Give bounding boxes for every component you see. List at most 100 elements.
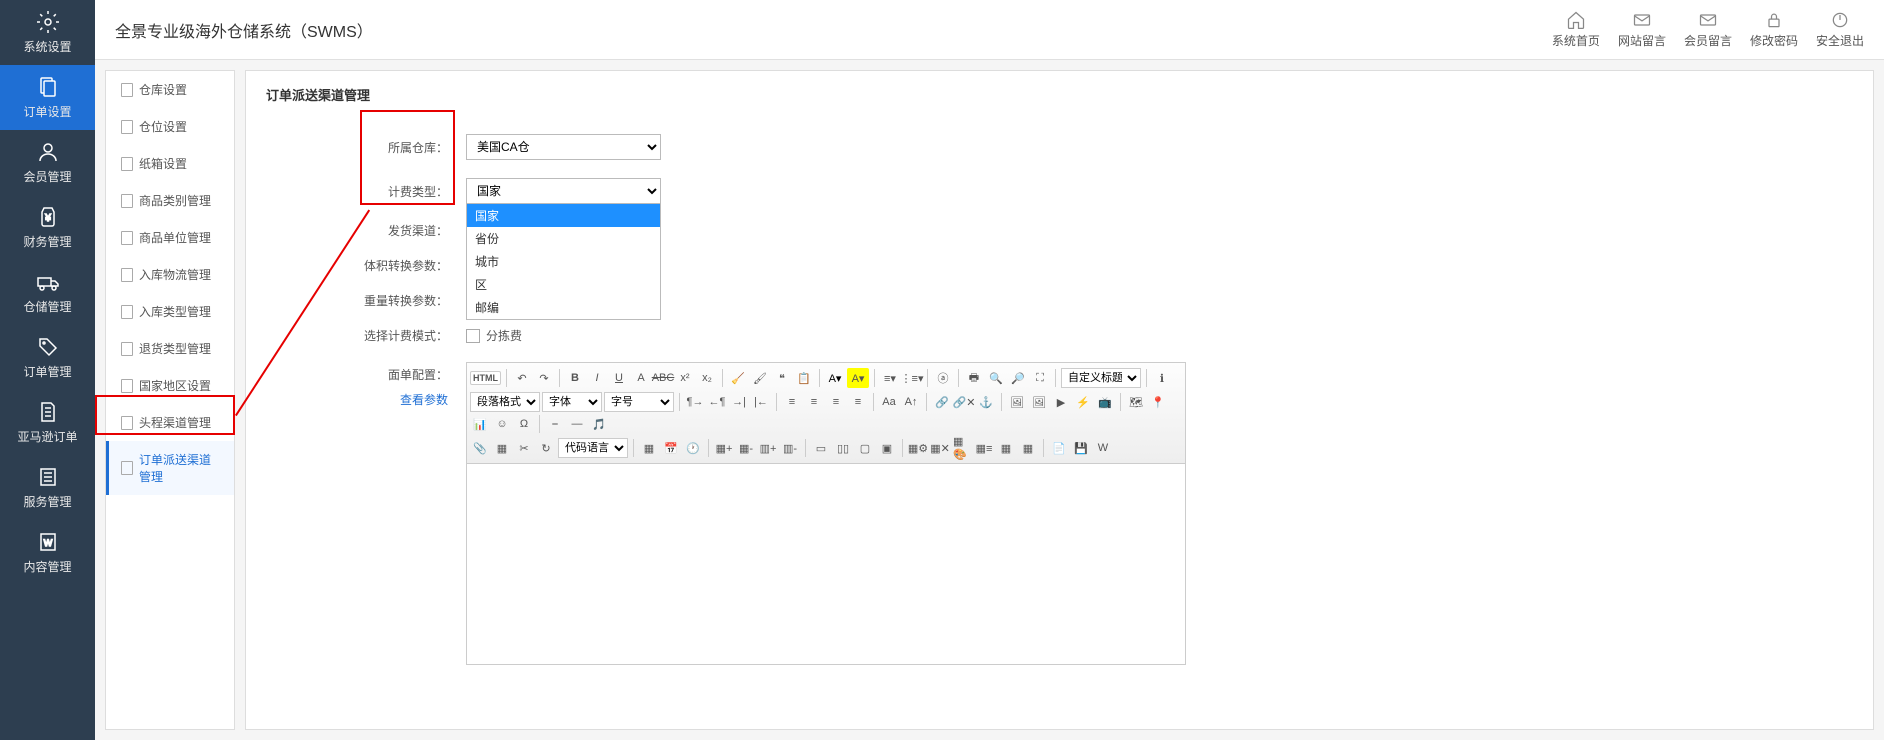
sidebar-main-member-manage[interactable]: 会员管理	[0, 130, 95, 195]
attach-button[interactable]: 📎	[470, 438, 490, 458]
time-button[interactable]: 🕐	[683, 438, 703, 458]
ul-button[interactable]: ⋮≡▾	[902, 368, 922, 388]
editor-body[interactable]	[467, 464, 1185, 664]
mode-checkbox[interactable]	[466, 329, 480, 343]
align-justify-button[interactable]: ≡	[848, 392, 868, 412]
fee-type-option[interactable]: 省份	[467, 227, 660, 250]
upper-button[interactable]: A↑	[901, 392, 921, 412]
case-button[interactable]: Aa	[879, 392, 899, 412]
tbl-extra2-button[interactable]: ▦	[1018, 438, 1038, 458]
header-action-home[interactable]: 系统首页	[1552, 10, 1600, 49]
heading-select[interactable]: 自定义标题	[1061, 368, 1141, 388]
sub-item-inbound-logistics[interactable]: 入库物流管理	[106, 256, 234, 293]
sub-item-unit[interactable]: 商品单位管理	[106, 219, 234, 256]
paste-button[interactable]: 📋	[794, 368, 814, 388]
tbl-insert-button[interactable]: ▦	[639, 438, 659, 458]
sub-item-box[interactable]: 纸箱设置	[106, 145, 234, 182]
sidebar-main-finance-manage[interactable]: ¥ 财务管理	[0, 195, 95, 260]
del-col-button[interactable]: ▥-	[780, 438, 800, 458]
header-action-site-msg[interactable]: 网站留言	[1618, 10, 1666, 49]
print-button[interactable]: 🖶	[964, 368, 984, 388]
split-button[interactable]: ▯▯	[833, 438, 853, 458]
find-button[interactable]: 🔎	[1008, 368, 1028, 388]
del-row-button[interactable]: ▦-	[736, 438, 756, 458]
sidebar-main-content-manage[interactable]: W 内容管理	[0, 520, 95, 585]
fee-type-option[interactable]: 邮编	[467, 296, 660, 319]
strike-button[interactable]: ABC	[653, 368, 673, 388]
size-select[interactable]: 字号	[604, 392, 674, 412]
sidebar-main-storage-manage[interactable]: 仓储管理	[0, 260, 95, 325]
tbl-align-button[interactable]: ▦≡	[974, 438, 994, 458]
warehouse-select[interactable]: 美国CA仓	[466, 134, 661, 160]
sidebar-main-order-manage[interactable]: 订单管理	[0, 325, 95, 390]
eraser-button[interactable]: 🧹	[728, 368, 748, 388]
anchor-button[interactable]: ⚓	[976, 392, 996, 412]
rtl-button[interactable]: ←¶	[707, 392, 727, 412]
ltr-button[interactable]: ¶→	[685, 392, 705, 412]
help-button[interactable]: ℹ	[1152, 368, 1172, 388]
draft-button[interactable]: 💾	[1071, 438, 1091, 458]
sub-item-return-type[interactable]: 退货类型管理	[106, 330, 234, 367]
align-left-button[interactable]: ≡	[782, 392, 802, 412]
video-button[interactable]: ▶	[1051, 392, 1071, 412]
word-button[interactable]: W	[1093, 438, 1113, 458]
cell2-button[interactable]: ▣	[877, 438, 897, 458]
image-button[interactable]: 🖼	[1007, 392, 1027, 412]
multi-image-button[interactable]: 🖼	[1029, 392, 1049, 412]
fullscreen-button[interactable]: ⛶	[1030, 368, 1050, 388]
media-button[interactable]: 📺	[1095, 392, 1115, 412]
outdent-button[interactable]: |←	[751, 392, 771, 412]
table-button[interactable]: ▦	[492, 438, 512, 458]
sub-item-first-channel[interactable]: 头程渠道管理	[106, 404, 234, 441]
fee-type-option[interactable]: 区	[467, 273, 660, 296]
header-action-logout[interactable]: 安全退出	[1816, 10, 1864, 49]
sub-item-delivery-channel[interactable]: 订单派送渠道管理	[106, 441, 234, 495]
sub-button[interactable]: x₂	[697, 368, 717, 388]
view-params-link[interactable]: 查看参数	[266, 391, 448, 408]
bold-button[interactable]: B	[565, 368, 585, 388]
fee-type-select[interactable]: 国家	[466, 178, 661, 204]
html-source-button[interactable]: HTML	[470, 371, 501, 385]
cell-button[interactable]: ▢	[855, 438, 875, 458]
sidebar-main-system-settings[interactable]: 系统设置	[0, 0, 95, 65]
date-button[interactable]: 📅	[661, 438, 681, 458]
sub-item-category[interactable]: 商品类别管理	[106, 182, 234, 219]
font-button[interactable]: A	[631, 368, 651, 388]
sub-item-inbound-type[interactable]: 入库类型管理	[106, 293, 234, 330]
gmap-button[interactable]: 📍	[1148, 392, 1168, 412]
tbl-extra1-button[interactable]: ▦	[996, 438, 1016, 458]
ins-row-button[interactable]: ▦+	[714, 438, 734, 458]
redo-button[interactable]: ↷	[534, 368, 554, 388]
sidebar-main-amazon-order[interactable]: 亚马逊订单	[0, 390, 95, 455]
unlink-button[interactable]: 🔗✕	[954, 392, 974, 412]
flash-button[interactable]: ⚡	[1073, 392, 1093, 412]
preview-button[interactable]: 🔍	[986, 368, 1006, 388]
pagebreak-button[interactable]: ⎯	[545, 414, 565, 434]
fee-type-option[interactable]: 城市	[467, 250, 660, 273]
font-select[interactable]: 字体	[542, 392, 602, 412]
sub-item-warehouse[interactable]: 仓库设置	[106, 71, 234, 108]
font-color-button[interactable]: A▾	[825, 368, 845, 388]
format-button[interactable]: 🖌	[750, 368, 770, 388]
emoji-button[interactable]: ☺	[492, 414, 512, 434]
refresh-button[interactable]: ↻	[536, 438, 556, 458]
undo-button[interactable]: ↶	[512, 368, 532, 388]
tbl-del-button[interactable]: ▦✕	[930, 438, 950, 458]
template-button[interactable]: 📄	[1049, 438, 1069, 458]
code-lang-select[interactable]: 代码语言	[558, 438, 628, 458]
align-right-button[interactable]: ≡	[826, 392, 846, 412]
sidebar-main-order-settings[interactable]: 订单设置	[0, 65, 95, 130]
fee-type-option[interactable]: 国家	[467, 204, 660, 227]
map-button[interactable]: 🗺	[1126, 392, 1146, 412]
char-button[interactable]: ⓐ	[933, 368, 953, 388]
ol-button[interactable]: ≡▾	[880, 368, 900, 388]
para-select[interactable]: 段落格式	[470, 392, 540, 412]
chart-button[interactable]: 📊	[470, 414, 490, 434]
sub-item-position[interactable]: 仓位设置	[106, 108, 234, 145]
header-action-password[interactable]: 修改密码	[1750, 10, 1798, 49]
italic-button[interactable]: I	[587, 368, 607, 388]
tbl-style-button[interactable]: ▦🎨	[952, 438, 972, 458]
tbl-prop-button[interactable]: ▦⚙	[908, 438, 928, 458]
special-button[interactable]: Ω	[514, 414, 534, 434]
snapscreen-button[interactable]: ✂	[514, 438, 534, 458]
